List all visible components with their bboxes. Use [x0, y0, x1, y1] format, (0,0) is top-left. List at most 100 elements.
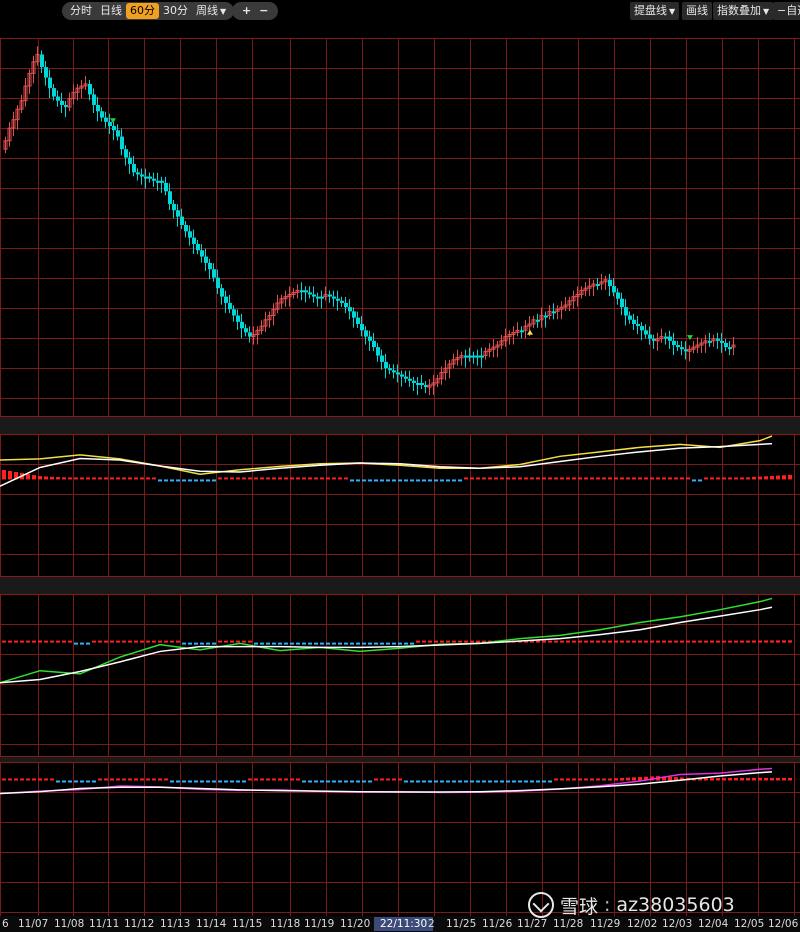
period-tab-weekly[interactable]: 周线 ▼ — [192, 3, 230, 19]
macd-histogram-bar — [494, 477, 498, 480]
macd-histogram-bar — [452, 780, 456, 783]
macd-histogram-bar — [464, 477, 468, 480]
macd-histogram-bar — [338, 477, 342, 480]
macd-histogram-bar — [122, 477, 126, 480]
candle-body-down — [652, 338, 656, 341]
macd-histogram-bar — [320, 780, 324, 783]
period-tab-30min[interactable]: 30分 — [159, 3, 192, 19]
panel-separator — [0, 416, 800, 434]
macd-histogram-bar — [368, 642, 372, 645]
candle-body-down — [312, 294, 316, 297]
macd-histogram-bar — [590, 640, 594, 643]
macd-histogram-bar — [32, 475, 36, 480]
index-overlay-button[interactable]: 指数叠加 ▼ — [713, 2, 774, 20]
macd-histogram-bar — [620, 477, 624, 480]
macd-histogram-bar — [608, 477, 612, 480]
time-axis-label: 11/11 — [89, 918, 120, 930]
macd-histogram-bar — [338, 642, 342, 645]
period-tab-intraday[interactable]: 分时 — [66, 3, 96, 19]
macd-histogram-bar — [788, 640, 792, 643]
macd-histogram-bar — [98, 778, 102, 781]
macd-histogram-bar — [440, 479, 444, 482]
zoom-in-button[interactable]: + — [238, 3, 255, 19]
macd-histogram-bar — [758, 640, 762, 643]
macd-histogram-bar — [146, 778, 150, 781]
macd-histogram-bar — [368, 479, 372, 482]
candle-body-down — [304, 290, 308, 293]
macd-histogram-bar — [152, 477, 156, 480]
macd-histogram-bar — [140, 778, 144, 781]
macd-histogram-bar — [728, 477, 732, 480]
macd-histogram-bar — [506, 780, 510, 783]
indicator-panel-1 — [0, 435, 792, 487]
macd-histogram-bar — [326, 642, 330, 645]
candle-body-down — [624, 307, 628, 316]
chevron-down-icon: ▼ — [220, 7, 227, 16]
macd-histogram-bar — [770, 777, 774, 781]
time-axis-label: 11/18 — [270, 918, 301, 930]
candle-body-down — [544, 315, 548, 318]
macd-histogram-bar — [476, 640, 480, 643]
macd-histogram-bar — [158, 479, 162, 482]
period-tab-daily[interactable]: 日线 — [96, 3, 126, 19]
period-tab-60min[interactable]: 60分 — [126, 3, 159, 19]
candle-body-down — [168, 191, 172, 204]
stock-chart[interactable] — [0, 22, 800, 916]
candle-body-down — [384, 361, 388, 369]
macd-histogram-bar — [92, 780, 96, 783]
macd-histogram-bar — [122, 778, 126, 781]
macd-histogram-bar — [746, 477, 750, 480]
candle-body-down — [92, 94, 96, 105]
candle-body-down — [364, 330, 368, 337]
macd-histogram-bar — [56, 477, 60, 480]
candle-body-down — [300, 290, 304, 293]
candle-body-down — [520, 330, 524, 333]
macd-histogram-bar — [410, 642, 414, 645]
macd-histogram-bar — [590, 778, 594, 781]
indicator-line-magenta — [0, 767, 773, 795]
macd-histogram-bar — [20, 778, 24, 781]
macd-histogram-bar — [296, 778, 300, 781]
macd-histogram-bar — [374, 778, 378, 781]
candle-body-down — [472, 355, 476, 358]
prompt-line-button[interactable]: 提盘线 ▼ — [630, 2, 680, 20]
candle-body-down — [200, 250, 204, 257]
candle-body-down — [112, 126, 116, 131]
macd-histogram-bar — [638, 477, 642, 480]
macd-histogram-bar — [512, 477, 516, 480]
macd-histogram-bar — [218, 780, 222, 783]
macd-histogram-bar — [80, 642, 84, 645]
watchlist-button[interactable]: −自选 — [773, 2, 800, 20]
macd-histogram-bar — [200, 642, 204, 645]
candle-body-down — [636, 323, 640, 327]
macd-histogram-bar — [332, 477, 336, 480]
candle-body-down — [408, 378, 412, 381]
macd-histogram-bar — [512, 780, 516, 783]
macd-histogram-bar — [680, 640, 684, 643]
macd-histogram-bar — [68, 640, 72, 643]
candle-body-down — [404, 376, 408, 379]
macd-histogram-bar — [476, 477, 480, 480]
macd-histogram-bar — [476, 780, 480, 783]
draw-line-button[interactable]: 画线 — [682, 2, 712, 20]
macd-histogram-bar — [38, 778, 42, 781]
macd-histogram-bar — [254, 477, 258, 480]
macd-histogram-bar — [188, 642, 192, 645]
macd-histogram-bar — [230, 780, 234, 783]
macd-histogram-bar — [128, 640, 132, 643]
macd-histogram-bar — [50, 778, 54, 781]
macd-histogram-bar — [470, 780, 474, 783]
zoom-out-button[interactable]: − — [255, 3, 272, 19]
time-axis-label: 11/07 — [18, 918, 49, 930]
candle-body-down — [172, 203, 176, 211]
macd-histogram-bar — [458, 479, 462, 482]
macd-histogram-bar — [440, 780, 444, 783]
macd-histogram-bar — [446, 479, 450, 482]
macd-histogram-bar — [764, 476, 768, 480]
macd-histogram-bar — [386, 642, 390, 645]
macd-histogram-bar — [590, 477, 594, 480]
macd-histogram-bar — [98, 640, 102, 643]
macd-histogram-bar — [50, 640, 54, 643]
macd-histogram-bar — [662, 477, 666, 480]
candle-body-down — [388, 368, 392, 371]
